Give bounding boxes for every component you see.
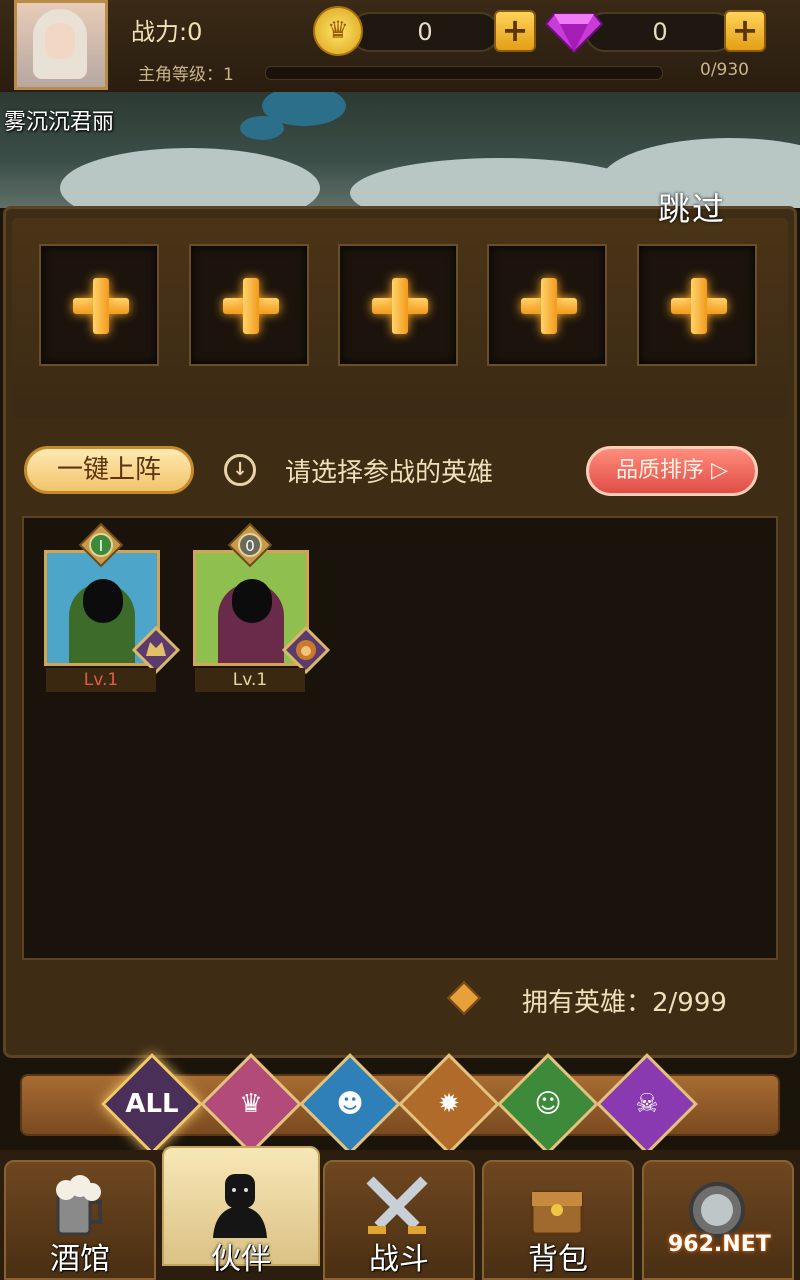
filter-all-label: ALL	[125, 1089, 179, 1119]
lineup-slot[interactable]	[637, 244, 757, 366]
avatar-face	[45, 23, 75, 59]
rank-text: 0	[245, 537, 255, 555]
nav-battle-label: 战斗	[369, 1242, 429, 1277]
top-bar: 战力:0 主角等级：1 0/930 0 ♛ + 0 +	[0, 0, 800, 94]
knight-icon: ♛	[239, 1089, 263, 1119]
quality-sort-button[interactable]: 品质排序 ▷	[586, 446, 758, 496]
gem-counter: 0	[585, 12, 735, 52]
player-avatar[interactable]	[14, 0, 108, 90]
plus-icon	[541, 278, 557, 334]
rank-badge: 0	[227, 522, 273, 568]
partner-icon	[213, 1174, 267, 1238]
chest-icon	[530, 1190, 584, 1236]
xp-bar	[265, 66, 663, 80]
owned-heroes-count: 拥有英雄：2/999	[522, 988, 727, 1018]
nav-tavern-label: 酒馆	[50, 1242, 110, 1277]
lineup-slot[interactable]	[338, 244, 458, 366]
watermark: 962.NET	[668, 1232, 771, 1257]
lineup-slot[interactable]	[39, 244, 159, 366]
elf-icon: ☺	[534, 1089, 562, 1119]
lion-icon: ✹	[438, 1089, 460, 1119]
rank-badge: I	[78, 522, 124, 568]
mushroom-shape	[240, 116, 284, 140]
hero-head	[232, 579, 272, 623]
player-level: 主角等级：1	[138, 65, 234, 85]
hero-level: Lv.1	[195, 668, 305, 692]
combat-power: 战力:0	[131, 18, 203, 46]
auto-deploy-button[interactable]: 一键上阵	[24, 446, 194, 494]
rank-text: I	[99, 537, 103, 555]
snow-mound	[60, 148, 320, 208]
nav-backpack-label: 背包	[528, 1242, 588, 1277]
plus-icon	[392, 278, 408, 334]
beer-mug-icon	[56, 1175, 102, 1236]
hero-level: Lv.1	[46, 668, 156, 692]
plus-icon	[691, 278, 707, 334]
down-arrow-icon: ↓	[224, 454, 256, 486]
crossed-swords-icon	[366, 1176, 428, 1234]
plus-icon	[93, 278, 109, 334]
add-gem-button[interactable]: +	[724, 10, 766, 52]
skip-button[interactable]: 跳过	[658, 184, 726, 230]
plus-icon	[243, 278, 259, 334]
gem-value: 0	[652, 18, 668, 46]
demon-icon: ☠	[635, 1089, 659, 1119]
lion-class-icon	[282, 626, 330, 674]
knight-class-icon	[132, 626, 180, 674]
fishman-icon: ☻	[336, 1089, 364, 1119]
hero-level-text: Lv.1	[83, 670, 119, 690]
lineup-slot[interactable]	[189, 244, 309, 366]
nav-partner-label: 伙伴	[211, 1242, 271, 1277]
hero-level-text: Lv.1	[232, 670, 268, 690]
gold-value: 0	[417, 18, 433, 46]
add-gold-button[interactable]: +	[494, 10, 536, 52]
gold-counter: 0	[350, 12, 500, 52]
hero-name: 雾沉沉君丽	[4, 110, 115, 135]
gold-coin-icon: ♛	[313, 6, 363, 56]
lineup-slot[interactable]	[487, 244, 607, 366]
select-hero-hint: 请选择参战的英雄	[285, 458, 494, 488]
gem-icon	[544, 13, 604, 54]
xp-text: 0/930	[700, 60, 749, 80]
hero-head	[83, 579, 123, 623]
